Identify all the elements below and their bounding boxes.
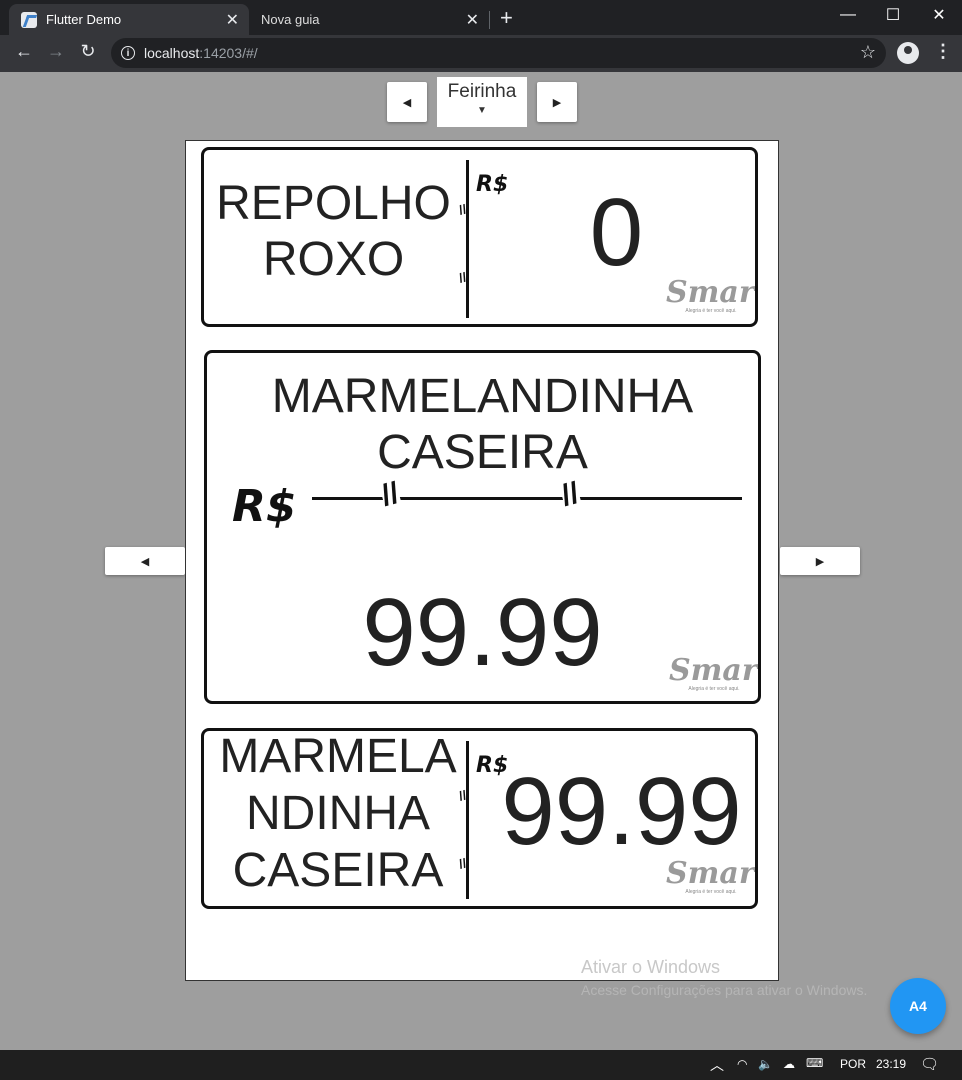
volume-icon[interactable]: 🔈 <box>758 1057 773 1071</box>
back-arrow-icon[interactable]: ← <box>11 41 37 62</box>
watermark-subtitle: Acesse Configurações para ativar o Windo… <box>581 982 868 998</box>
break-mark: // <box>377 476 403 514</box>
cloud-icon[interactable]: ☁ <box>783 1057 795 1071</box>
browser-tab-strip: Flutter Demo ✕ Nova guia ✕ + — ☐ ✕ <box>0 0 962 35</box>
minimize-icon[interactable]: — <box>825 0 871 30</box>
watermark-title: Ativar o Windows <box>581 957 721 977</box>
product-name: MARMELA NDINHA CASEIRA <box>212 733 464 895</box>
product-name-line: REPOLHO <box>216 177 451 230</box>
brand-name: Smart <box>666 856 755 891</box>
page-size-fab[interactable]: A4 <box>890 978 946 1034</box>
flutter-app: ◀ Feirinha ▼ ▶ ◀ ▶ REPOLHO ROXO // // R$… <box>0 72 962 1050</box>
price-value: 99.99 <box>501 758 742 865</box>
clock[interactable]: 23:19 <box>876 1057 906 1071</box>
maximize-icon[interactable]: ☐ <box>870 0 916 30</box>
tab-nova-guia[interactable]: Nova guia ✕ <box>249 4 489 35</box>
wifi-icon[interactable]: ◠ <box>737 1057 747 1071</box>
product-name-line: CASEIRA <box>232 844 444 897</box>
info-icon[interactable]: i <box>121 46 135 60</box>
smart-logo: Smart Alegria é ter você aqui. <box>669 653 758 693</box>
divider-line <box>466 160 469 318</box>
product-name-line: NDINHA <box>245 787 430 840</box>
left-triangle-icon: ◀ <box>140 555 150 568</box>
divider-line <box>312 497 742 500</box>
product-name: MARMELANDINHA CASEIRA <box>207 373 758 477</box>
left-triangle-icon: ◀ <box>402 96 412 109</box>
right-triangle-icon: ▶ <box>815 555 825 568</box>
tab-title: Nova guia <box>261 12 320 27</box>
profile-avatar-icon[interactable] <box>897 42 919 64</box>
input-language[interactable]: POR <box>840 1057 866 1071</box>
category-dropdown[interactable]: Feirinha ▼ <box>437 77 527 127</box>
windows-activation-watermark: Ativar o Windows Acesse Configurações pa… <box>581 957 867 998</box>
browser-toolbar: ← → ↻ i localhost :14203/#/ ☆ ⋮ <box>0 35 962 72</box>
product-name-line: MARMELA <box>219 730 457 783</box>
a4-page-preview: REPOLHO ROXO // // R$ 0 Smart Alegria é … <box>185 140 779 981</box>
next-page-button[interactable]: ▶ <box>780 547 860 575</box>
break-mark: // <box>557 476 583 514</box>
kebab-menu-icon[interactable]: ⋮ <box>934 41 952 62</box>
url-path: :14203/#/ <box>199 45 258 61</box>
product-name-line: MARMELANDINHA <box>271 370 694 423</box>
currency-symbol: R$ <box>232 481 297 532</box>
brand-name: Smart <box>669 653 758 688</box>
price-label-small: REPOLHO ROXO // // R$ 0 Smart Alegria é … <box>201 147 758 327</box>
tab-flutter-demo[interactable]: Flutter Demo ✕ <box>9 4 249 35</box>
smart-logo: Smart Alegria é ter você aqui. <box>666 275 755 315</box>
product-name-line: CASEIRA <box>377 426 588 479</box>
close-window-icon[interactable]: ✕ <box>916 0 962 30</box>
smart-logo: Smart Alegria é ter você aqui. <box>666 856 755 896</box>
divider-line <box>466 741 469 899</box>
previous-page-button[interactable]: ◀ <box>105 547 185 575</box>
flutter-favicon-icon <box>21 11 37 28</box>
right-triangle-icon: ▶ <box>552 96 562 109</box>
address-bar[interactable]: i localhost :14203/#/ ☆ <box>111 38 886 68</box>
windows-taskbar: ︿ ◠ 🔈 ☁ ⌨ POR 23:19 🗨 <box>0 1050 962 1080</box>
close-tab-icon[interactable]: ✕ <box>466 10 479 30</box>
next-item-button[interactable]: ▶ <box>537 82 577 122</box>
dropdown-value: Feirinha <box>447 81 517 102</box>
reload-icon[interactable]: ↻ <box>75 41 101 62</box>
close-tab-icon[interactable]: ✕ <box>226 10 239 30</box>
brand-name: Smart <box>666 275 755 310</box>
product-name: REPOLHO ROXO <box>206 180 461 284</box>
price-label-large: MARMELANDINHA CASEIRA R$ // // 99.99 Sma… <box>204 350 761 704</box>
show-hidden-icons-chevron-icon[interactable]: ︿ <box>710 1055 724 1075</box>
product-name-line: ROXO <box>262 233 405 286</box>
url-host: localhost <box>144 45 200 61</box>
keyboard-icon[interactable]: ⌨ <box>806 1056 823 1070</box>
tab-title: Flutter Demo <box>46 12 122 27</box>
previous-item-button[interactable]: ◀ <box>387 82 427 122</box>
price-value: 0 <box>589 179 644 286</box>
bookmark-star-icon[interactable]: ☆ <box>860 42 876 63</box>
dropdown-arrow-icon: ▼ <box>477 105 487 116</box>
new-tab-icon[interactable]: + <box>500 5 513 31</box>
notification-center-icon[interactable]: 🗨 <box>920 1055 939 1073</box>
forward-arrow-icon[interactable]: → <box>43 41 69 62</box>
tab-divider <box>489 11 490 29</box>
price-label-small: MARMELA NDINHA CASEIRA // // R$ 99.99 Sm… <box>201 728 758 909</box>
